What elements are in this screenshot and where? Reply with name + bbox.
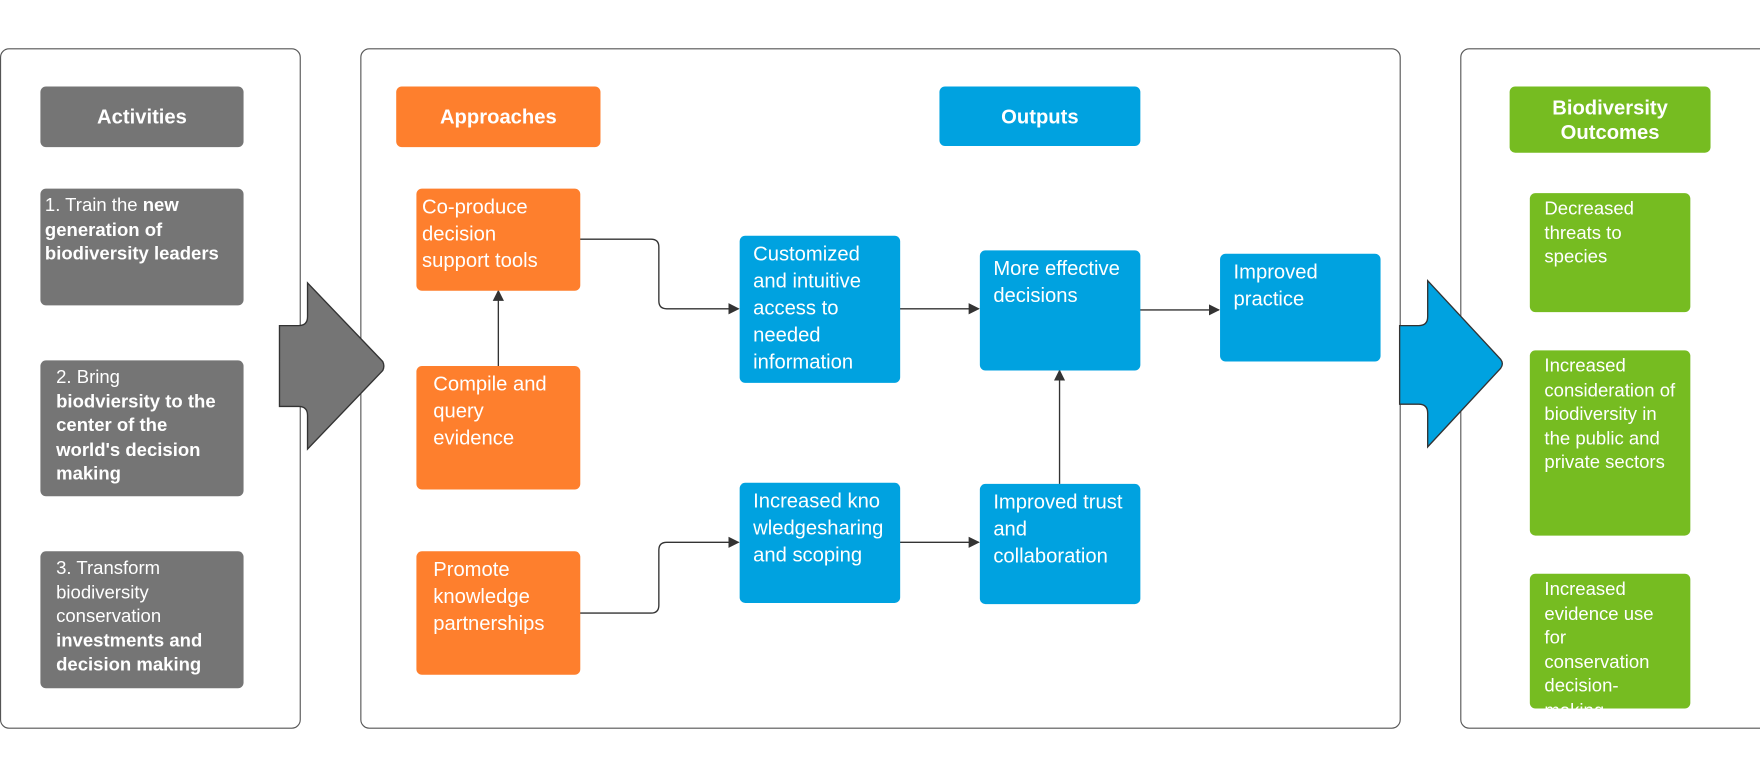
approaches-header: Approaches [396,86,601,148]
approach-coproduce: Co-produce decision support tools [416,188,581,291]
outputs-header: Outputs [939,86,1141,146]
approach-compile: Compile and query evidence [416,366,581,490]
outcomes-header: Biodiversity Outcomes [1509,86,1711,153]
outcome-threats: Decreased threats to species [1529,193,1691,313]
output-access: Customized and intuitive access to neede… [739,235,901,383]
outcome-consideration: Increased consideration of biodiversity … [1529,350,1691,536]
output-knowledge: Increased knowledgesharing and scoping [739,482,901,603]
approach-promote: Promote knowledge partnerships [416,551,581,675]
outcome-evidence: Increased evidence use for conservation … [1529,573,1691,720]
activity-3: 3. Transform biodiversity conservation i… [40,551,244,689]
output-trust: Improved trust and collaboration [979,483,1141,605]
activity-1: 1. Train the new generation of biodivers… [40,188,244,306]
output-practice: Improved practice [1220,253,1381,362]
activities-header: Activities [40,86,244,148]
theory-of-change-diagram: Activities Approaches Outputs Biodiversi… [0,0,1760,768]
output-decisions: More effective decisions [979,250,1141,371]
activity-2: 2. Bring biodviersity to the center of t… [40,360,244,497]
